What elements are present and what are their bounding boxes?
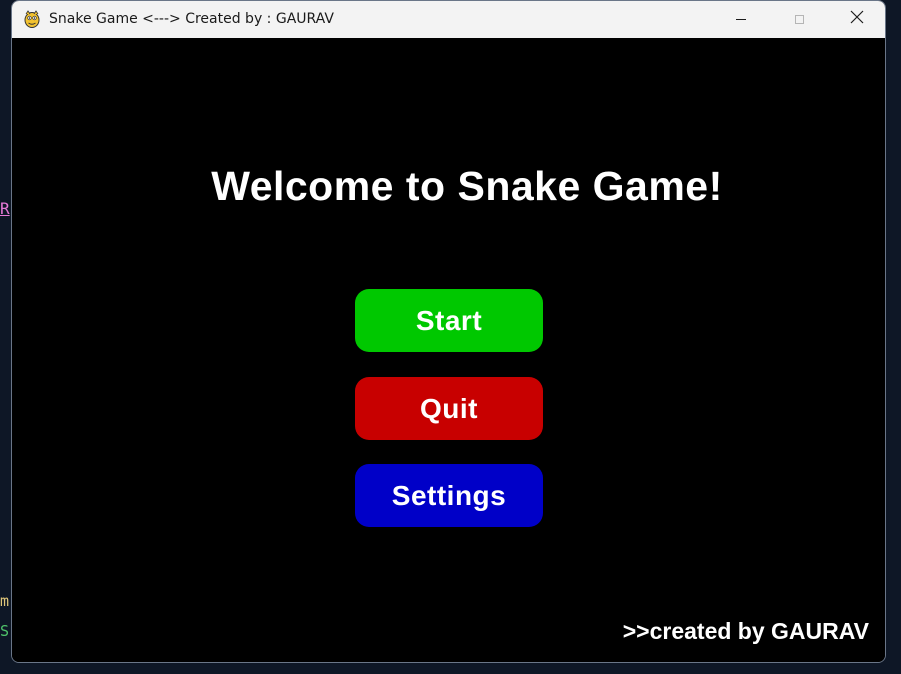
game-canvas: Welcome to Snake Game! Start Quit Settin…: [12, 38, 885, 662]
start-button[interactable]: Start: [355, 289, 543, 352]
background-text-fragment: m: [0, 592, 10, 610]
background-text-fragment: S: [0, 622, 10, 640]
creator-credit: >>created by GAURAV: [622, 618, 869, 644]
close-icon: [850, 10, 864, 29]
quit-button-label: Quit: [420, 392, 478, 424]
settings-button[interactable]: Settings: [355, 464, 543, 527]
close-button[interactable]: [828, 1, 885, 38]
minimize-icon: [736, 19, 746, 20]
window-titlebar[interactable]: Snake Game <---> Created by : GAURAV: [12, 1, 885, 38]
window-title: Snake Game <---> Created by : GAURAV: [49, 11, 334, 27]
quit-button[interactable]: Quit: [355, 377, 543, 440]
maximize-icon: [794, 15, 804, 24]
settings-button-label: Settings: [391, 479, 507, 511]
maximize-button[interactable]: [770, 1, 828, 38]
game-window: Snake Game <---> Created by : GAURAV Wel…: [11, 0, 886, 663]
background-text-fragment: R: [0, 199, 10, 218]
pygame-snake-icon: [22, 9, 42, 29]
start-button-label: Start: [415, 304, 483, 336]
welcome-title: Welcome to Snake Game!: [211, 163, 723, 209]
minimize-button[interactable]: [712, 1, 770, 38]
